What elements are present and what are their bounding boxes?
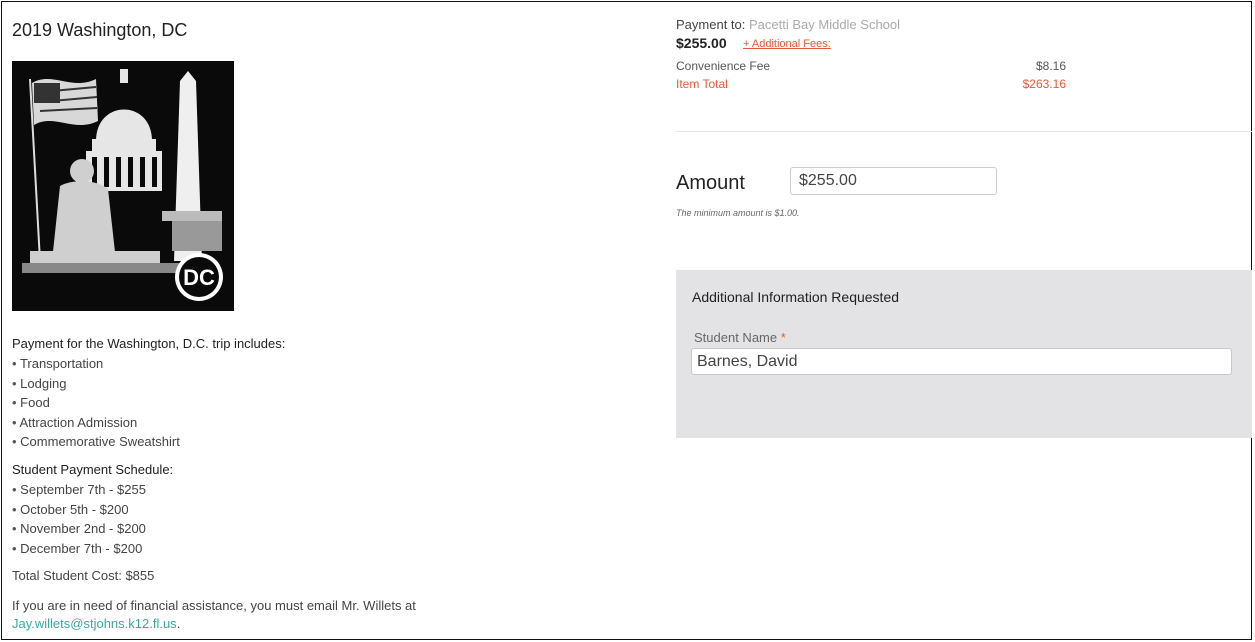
includes-heading: Payment for the Washington, D.C. trip in…: [12, 336, 286, 351]
assistance-email-line: Jay.willets@stjohns.k12.fl.us.: [12, 616, 180, 631]
list-item: November 2nd - $200: [12, 519, 146, 539]
amount-hint: The minimum amount is $1.00.: [676, 208, 800, 218]
amount-label: Amount: [676, 172, 745, 194]
includes-list: Transportation Lodging Food Attraction A…: [12, 354, 180, 452]
item-total-label: Item Total: [676, 77, 728, 91]
additional-fees-link[interactable]: + Additional Fees:: [743, 38, 831, 50]
pay-to-label: Payment to:: [676, 17, 746, 32]
base-amount: $255.00: [676, 35, 727, 51]
schedule-list: September 7th - $255 October 5th - $200 …: [12, 480, 146, 558]
email-suffix: .: [176, 616, 181, 631]
list-item: September 7th - $255: [12, 480, 146, 500]
additional-info-title: Additional Information Requested: [692, 289, 900, 305]
school-name: Pacetti Bay Middle School: [749, 17, 901, 32]
section-divider: [676, 131, 1252, 132]
additional-info-panel: Additional Information Requested Student…: [676, 270, 1252, 438]
student-name-input[interactable]: [691, 348, 1232, 375]
list-item: Food: [12, 393, 180, 413]
student-name-label-text: Student Name: [694, 330, 778, 345]
total-student-cost: Total Student Cost: $855: [12, 568, 155, 583]
washington-dc-image: DC: [12, 61, 234, 311]
list-item: Attraction Admission: [12, 413, 180, 433]
item-total-value: $263.16: [1022, 77, 1066, 91]
trip-title: 2019 Washington, DC: [12, 20, 188, 40]
dc-badge-text: DC: [183, 265, 215, 290]
list-item: October 5th - $200: [12, 500, 146, 520]
student-name-label: Student Name *: [694, 330, 786, 345]
convenience-fee-label: Convenience Fee: [676, 59, 771, 73]
list-item: Lodging: [12, 374, 180, 394]
schedule-heading: Student Payment Schedule:: [12, 462, 174, 477]
assistance-email-link[interactable]: Jay.willets@stjohns.k12.fl.us: [12, 616, 177, 631]
list-item: December 7th - $200: [12, 539, 146, 559]
convenience-fee-value: $8.16: [1035, 59, 1066, 73]
list-item: Commemorative Sweatshirt: [12, 432, 180, 452]
payment-recipient: Payment to: Pacetti Bay Middle School: [676, 17, 900, 32]
assistance-text: If you are in need of financial assistan…: [12, 598, 416, 613]
list-item: Transportation: [12, 354, 180, 374]
amount-input[interactable]: [790, 167, 997, 195]
required-marker: *: [780, 330, 786, 345]
